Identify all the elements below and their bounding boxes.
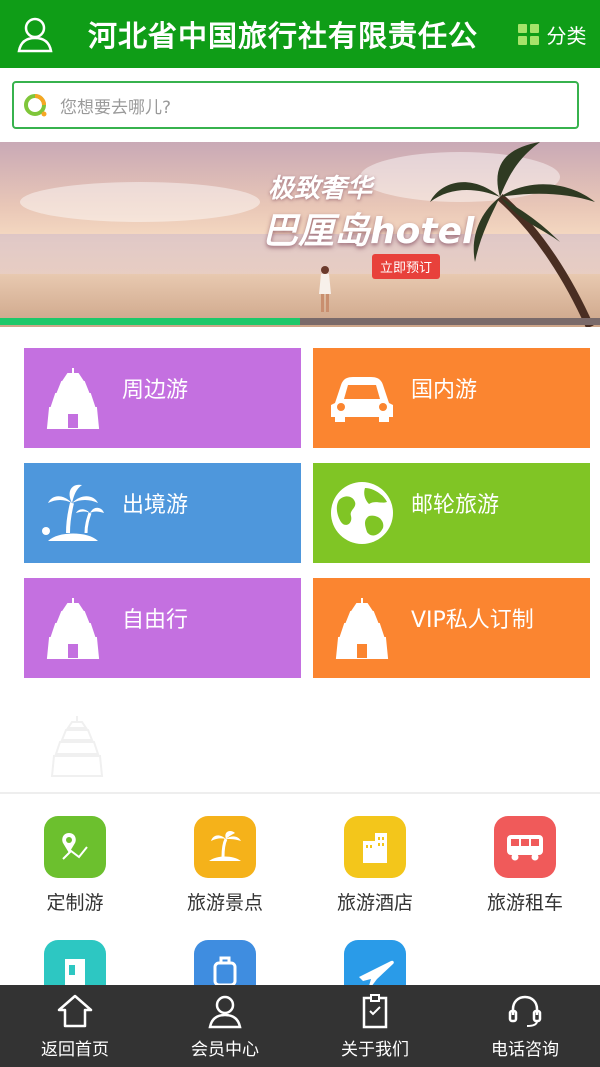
cloud-shape: [20, 182, 260, 222]
nav-about-us[interactable]: 关于我们: [300, 985, 450, 1067]
quick-link-label: 旅游景点: [186, 892, 263, 914]
tile-label: 邮轮旅游: [411, 493, 500, 518]
tile-label: 出境游: [122, 493, 189, 518]
nav-label: 返回首页: [41, 1039, 109, 1060]
headset-icon: [508, 995, 542, 1027]
promo-banner[interactable]: 极致奢华 巴厘岛hotel 立即预订: [0, 142, 600, 327]
grid-icon: [517, 23, 539, 45]
palm-island-icon: [42, 484, 104, 541]
page-title: 河北省中国旅行社有限责任公: [88, 19, 479, 53]
category-label: 分类: [546, 23, 587, 48]
map-pin-icon: [44, 816, 106, 878]
globe-icon: [331, 482, 393, 544]
quick-link-label: 旅游酒店: [336, 892, 413, 914]
nav-label: 电话咨询: [491, 1039, 559, 1060]
search-input[interactable]: 您想要去哪儿?: [60, 93, 171, 118]
home-icon: [57, 994, 93, 1027]
search-box[interactable]: 您想要去哪儿?: [12, 81, 579, 129]
banner-progress: [0, 318, 600, 325]
section-divider: [0, 792, 600, 794]
hotel-icon: [344, 816, 406, 878]
nav-label: 关于我们: [341, 1039, 409, 1060]
quick-link-label: 定制游: [46, 892, 104, 914]
user-icon-button[interactable]: [0, 0, 70, 68]
tile-label: 周边游: [122, 378, 189, 403]
quick-link-car-rental[interactable]: 旅游租车: [450, 816, 600, 915]
nav-member-center[interactable]: 会员中心: [150, 985, 300, 1067]
banner-progress-fill: [0, 318, 300, 325]
search-logo-icon: [24, 94, 47, 117]
user-icon: [208, 995, 242, 1028]
temple-icon: [46, 368, 100, 429]
clipboard-icon: [362, 993, 388, 1028]
bus-icon: [494, 816, 556, 878]
tile-vip-custom[interactable]: VIP私人订制: [313, 578, 590, 678]
quick-link-label: 旅游租车: [486, 892, 563, 914]
nav-home[interactable]: 返回首页: [0, 985, 150, 1067]
car-icon: [331, 377, 393, 422]
tile-label: 国内游: [411, 378, 478, 403]
nav-label: 会员中心: [191, 1039, 259, 1060]
temple-watermark-icon: [50, 716, 104, 777]
category-button[interactable]: 分类: [504, 20, 600, 49]
tile-nearby-tour[interactable]: 周边游: [24, 348, 301, 448]
quick-link-hotels[interactable]: 旅游酒店: [300, 816, 450, 915]
tile-label: VIP私人订制: [411, 608, 534, 633]
tile-domestic-tour[interactable]: 国内游: [313, 348, 590, 448]
quick-link-scenic-spots[interactable]: 旅游景点: [150, 816, 300, 915]
temple-icon: [46, 598, 100, 659]
tile-outbound-tour[interactable]: 出境游: [24, 463, 301, 563]
banner-subheadline: 巴厘岛hotel: [262, 211, 475, 252]
temple-icon: [335, 598, 389, 659]
bottom-nav: 返回首页 会员中心 关于我们 电话咨询: [0, 985, 600, 1067]
island-icon: [194, 816, 256, 878]
user-icon: [17, 17, 53, 53]
tile-label: 自由行: [122, 608, 189, 633]
top-bar: 河北省中国旅行社有限责任公 分类: [0, 0, 600, 68]
tile-free-travel[interactable]: 自由行: [24, 578, 301, 678]
banner-headline: 极致奢华: [268, 174, 373, 204]
person-figure: [319, 266, 331, 312]
quick-link-custom-tour[interactable]: 定制游: [0, 816, 150, 915]
book-now-button[interactable]: 立即预订: [372, 254, 441, 279]
tile-cruise-tour[interactable]: 邮轮旅游: [313, 463, 590, 563]
nav-phone-consult[interactable]: 电话咨询: [450, 985, 600, 1067]
